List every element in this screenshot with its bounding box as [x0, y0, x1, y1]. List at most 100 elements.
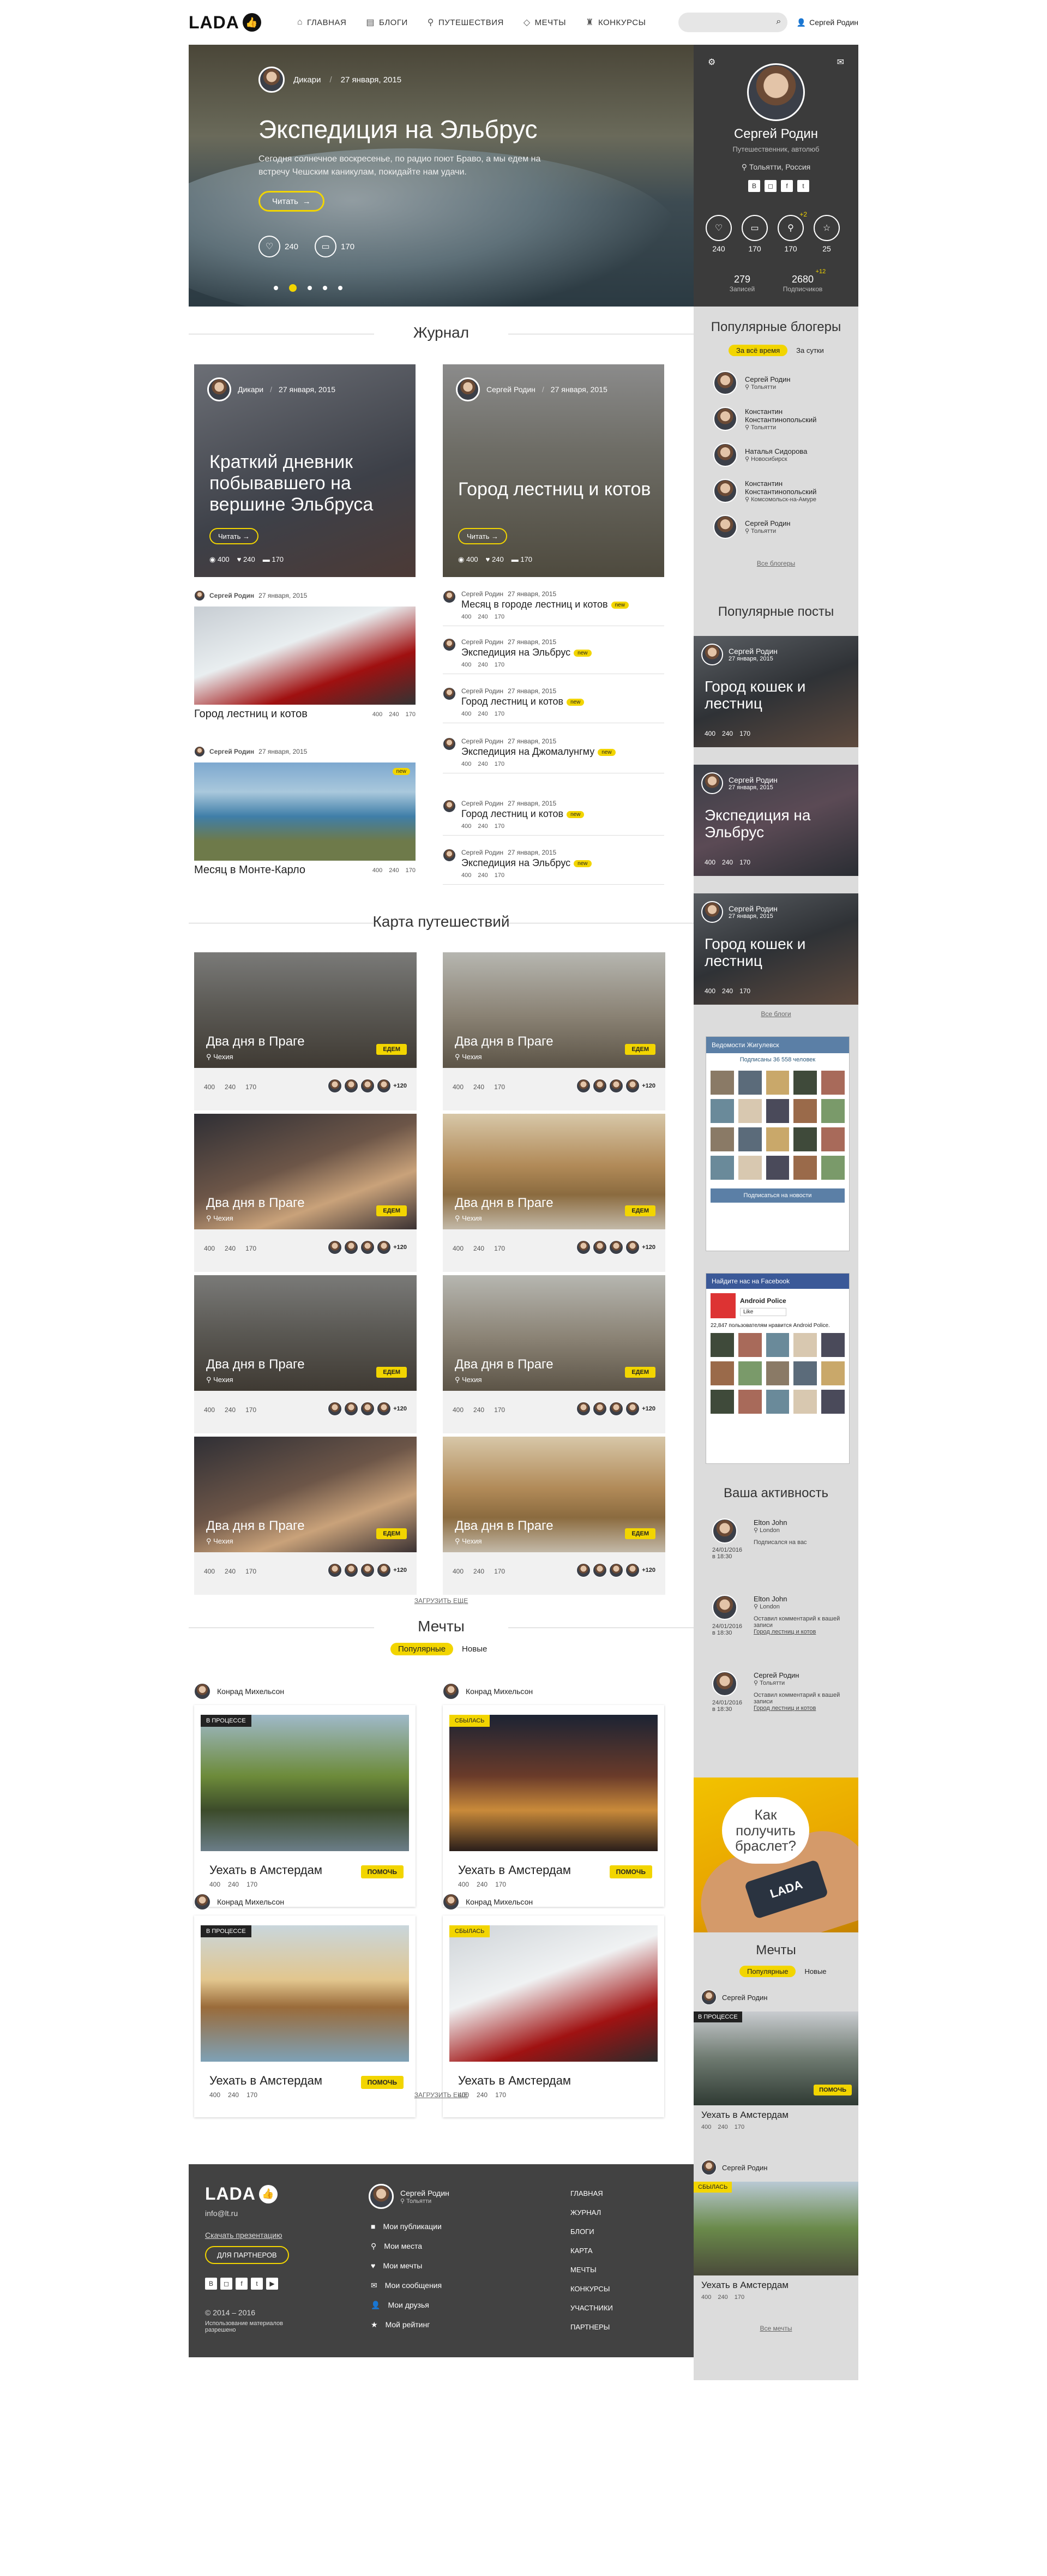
member-photo[interactable]: [738, 1390, 762, 1414]
footer-link[interactable]: 👤 Мои друзья: [371, 2295, 442, 2315]
stat-rating[interactable]: ☆ 25: [814, 215, 840, 253]
nav-item-contests[interactable]: ♜ КОНКУРСЫ: [586, 17, 646, 28]
youtube-icon[interactable]: ▶: [266, 2278, 278, 2290]
member-photo[interactable]: [793, 1390, 817, 1414]
tab-day[interactable]: За сутки: [796, 346, 824, 355]
footer-link[interactable]: ■ Мои публикации: [371, 2217, 442, 2236]
dream-card[interactable]: Конрад Михельсон СБЫЛАСЬ Уехать в Амстер…: [443, 1894, 664, 2117]
trip-card[interactable]: Два дня в Праге ⚲ Чехия ЕДЕМ 400 240 170 +…: [194, 952, 417, 1110]
slider-dot[interactable]: [323, 286, 327, 290]
sidebar-dream[interactable]: Сергей Родин СБЫЛАСЬ Уехать в Амстердам …: [694, 2160, 858, 2313]
post-author[interactable]: Сергей Родин 27 января, 2015: [701, 901, 778, 923]
dream-author[interactable]: Конрад Михельсон: [194, 1683, 284, 1700]
blogger-item[interactable]: Константин Константинопольский ⚲ Комсомол…: [713, 479, 849, 503]
avatar[interactable]: [712, 1518, 737, 1544]
card-author[interactable]: Дикари/27 января, 2015: [207, 377, 335, 401]
slider-dot[interactable]: [338, 286, 342, 290]
footer-nav-link[interactable]: МЕЧТЫ: [570, 2260, 613, 2279]
tab-new[interactable]: Новые: [804, 1967, 826, 1975]
footer-nav-link[interactable]: ГЛАВНАЯ: [570, 2184, 613, 2203]
subscribers-counter[interactable]: 2680 +12 Подписчиков: [783, 268, 826, 293]
photo-post[interactable]: Сергей Родин 27 января, 2015 Город лестни…: [194, 590, 416, 720]
member-photo[interactable]: [821, 1333, 845, 1357]
member-photo[interactable]: [793, 1333, 817, 1357]
stat-places[interactable]: ⚲ +2 170: [778, 211, 807, 253]
popular-post[interactable]: Сергей Родин 27 января, 2015 Город кошек …: [694, 636, 858, 747]
load-more-dreams[interactable]: ЗАГРУЗИТЬ ЕЩЕ: [189, 2091, 694, 2099]
load-more-trips[interactable]: ЗАГРУЗИТЬ ЕЩЕ: [189, 1597, 694, 1605]
nav-item-blogs[interactable]: ▤ БЛОГИ: [366, 17, 407, 28]
blogger-item[interactable]: Сергей Родин ⚲ Тольятти: [713, 371, 790, 395]
footer-link[interactable]: ★ Мой рейтинг: [371, 2315, 442, 2334]
member-photo[interactable]: [793, 1156, 817, 1180]
trip-card[interactable]: Два дня в Праге ⚲ Чехия ЕДЕМ 400 240 170 +…: [194, 1275, 417, 1433]
member-photo[interactable]: [738, 1127, 762, 1151]
trip-card[interactable]: Два дня в Праге ⚲ Чехия ЕДЕМ 400 240 170 +…: [443, 1275, 665, 1433]
journal-list-item[interactable]: Сергей Родин 27 января, 2015 Город лестни…: [443, 687, 664, 723]
activity-link[interactable]: Город лестниц и котов: [754, 1705, 846, 1712]
help-button[interactable]: ПОМОЧЬ: [814, 2085, 852, 2095]
tab-popular[interactable]: Популярные: [739, 1966, 796, 1977]
trip-participants[interactable]: +120: [576, 1563, 655, 1577]
search-icon[interactable]: ⌕: [776, 17, 781, 27]
trip-participants[interactable]: +120: [328, 1563, 407, 1577]
vk-title[interactable]: Ведомости Жигулевск: [706, 1037, 849, 1053]
read-button[interactable]: Читать →: [209, 528, 259, 544]
footer-nav-link[interactable]: БЛОГИ: [570, 2222, 613, 2241]
fb-page-name[interactable]: Android Police: [740, 1297, 786, 1305]
go-button[interactable]: ЕДЕМ: [376, 1205, 407, 1216]
profile-avatar[interactable]: [747, 63, 805, 121]
blog-icon[interactable]: B: [205, 2278, 217, 2290]
dream-author[interactable]: Сергей Родин: [694, 2160, 858, 2175]
likes[interactable]: ♡ 240: [258, 236, 298, 257]
footer-link[interactable]: ✉ Мои сообщения: [371, 2275, 442, 2295]
trip-card[interactable]: Два дня в Праге ⚲ Чехия ЕДЕМ 400 240 170 +…: [443, 1114, 665, 1272]
settings-icon[interactable]: ⚙: [708, 57, 715, 68]
dream-card[interactable]: Конрад Михельсон СБЫЛАСЬ Уехать в Амстер…: [443, 1683, 664, 1907]
member-photo[interactable]: [821, 1390, 845, 1414]
footer-nav-link[interactable]: КОНКУРСЫ: [570, 2279, 613, 2298]
member-photo[interactable]: [766, 1099, 790, 1123]
go-button[interactable]: ЕДЕМ: [376, 1044, 407, 1055]
read-button[interactable]: Читать →: [458, 528, 508, 544]
member-photo[interactable]: [711, 1071, 734, 1095]
blogger-item[interactable]: Сергей Родин ⚲ Тольятти: [713, 515, 790, 539]
blogger-item[interactable]: Наталья Сидорова ⚲ Новосибирск: [713, 443, 807, 467]
footer-link[interactable]: ⚲ Мои места: [371, 2236, 442, 2256]
footer-nav-link[interactable]: ПАРТНЕРЫ: [570, 2317, 613, 2337]
profile-name[interactable]: Сергей Родин: [694, 127, 858, 142]
trip-card[interactable]: Два дня в Праге ⚲ Чехия ЕДЕМ 400 240 170 +…: [194, 1114, 417, 1272]
member-photo[interactable]: [711, 1156, 734, 1180]
card-author[interactable]: Сергей Родин/27 января, 2015: [456, 377, 607, 401]
member-photo[interactable]: [711, 1333, 734, 1357]
member-photo[interactable]: [766, 1156, 790, 1180]
twitter-icon[interactable]: t: [251, 2278, 263, 2290]
member-photo[interactable]: [821, 1127, 845, 1151]
trip-participants[interactable]: +120: [576, 1240, 655, 1254]
footer-nav-link[interactable]: УЧАСТНИКИ: [570, 2298, 613, 2317]
logo[interactable]: LADA 👍: [189, 13, 261, 33]
member-photo[interactable]: [766, 1333, 790, 1357]
dream-author[interactable]: Конрад Михельсон: [194, 1894, 284, 1910]
footer-nav-link[interactable]: КАРТА: [570, 2241, 613, 2260]
member-photo[interactable]: [766, 1071, 790, 1095]
download-link[interactable]: Скачать презентацию: [205, 2231, 282, 2239]
go-button[interactable]: ЕДЕМ: [376, 1367, 407, 1378]
footer-link[interactable]: ♥ Мои мечты: [371, 2256, 442, 2275]
dream-author[interactable]: Конрад Михельсон: [443, 1894, 533, 1910]
photo-post[interactable]: Сергей Родин 27 января, 2015 new Месяц в …: [194, 746, 416, 876]
fb-like-button[interactable]: Like: [740, 1307, 786, 1316]
all-bloggers-link[interactable]: Все блогеры: [694, 560, 858, 567]
nav-item-travel[interactable]: ⚲ ПУТЕШЕСТВИЯ: [428, 17, 504, 28]
footer-logo[interactable]: LADA 👍: [205, 2184, 278, 2204]
trip-participants[interactable]: +120: [576, 1402, 655, 1416]
member-photo[interactable]: [821, 1156, 845, 1180]
member-photo[interactable]: [738, 1361, 762, 1385]
member-photo[interactable]: [766, 1361, 790, 1385]
member-photo[interactable]: [738, 1156, 762, 1180]
journal-list-item[interactable]: Сергей Родин 27 января, 2015 Месяц в горо…: [443, 590, 664, 626]
trip-participants[interactable]: +120: [328, 1402, 407, 1416]
journal-list-item[interactable]: Сергей Родин 27 января, 2015 Экспедиция н…: [443, 737, 664, 773]
help-button[interactable]: ПОМОЧЬ: [360, 2076, 404, 2089]
member-photo[interactable]: [738, 1071, 762, 1095]
